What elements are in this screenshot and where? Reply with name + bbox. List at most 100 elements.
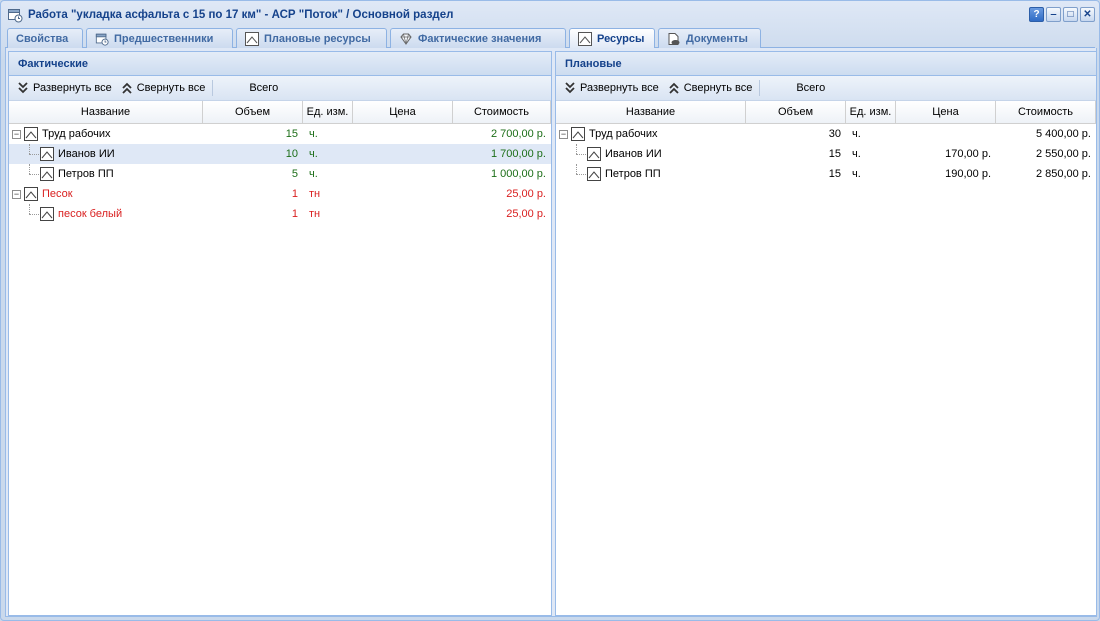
collapse-all-button[interactable]: Свернуть все xyxy=(664,82,758,94)
cell-volume: 1 xyxy=(291,208,298,220)
tree-connector xyxy=(576,144,577,154)
resource-name: Петров ПП xyxy=(58,168,114,180)
cell-cost: 25,00 р. xyxy=(506,208,546,220)
tree-collapse-icon[interactable]: − xyxy=(559,129,568,139)
table-row[interactable]: Петров ПП 5 ч. 1 000,00 р. xyxy=(9,164,551,184)
tab-label: Ресурсы xyxy=(597,33,645,45)
table-row[interactable]: песок белый 1 тн 25,00 р. xyxy=(9,204,551,224)
grid-header: Название Объем Ед. изм. Цена Стоимость xyxy=(556,101,1096,124)
cell-unit: ч. xyxy=(852,168,861,180)
resource-icon xyxy=(24,187,38,201)
resource-icon xyxy=(40,147,54,161)
table-row[interactable]: − Песок 1 тн 25,00 р. xyxy=(9,184,551,204)
resource-icon xyxy=(578,32,592,46)
column-header-cost[interactable]: Стоимость xyxy=(996,101,1096,123)
cell-price: 190,00 р. xyxy=(945,168,991,180)
planned-resources-panel: Плановые Развернуть все Свернуть все Все… xyxy=(555,51,1097,616)
minimize-button[interactable]: ‒ xyxy=(1046,7,1061,22)
table-row[interactable]: Иванов ИИ 10 ч. 1 700,00 р. xyxy=(9,144,551,164)
column-header-unit[interactable]: Ед. изм. xyxy=(303,101,353,123)
panel-title: Плановые xyxy=(556,52,1096,76)
window-tools: ? ‒ □ ✕ xyxy=(1029,7,1095,22)
tab-resources[interactable]: Ресурсы xyxy=(569,28,655,49)
collapse-all-button[interactable]: Свернуть все xyxy=(117,82,211,94)
actual-resources-panel: Фактические Развернуть все Свернуть все … xyxy=(8,51,552,616)
resource-icon xyxy=(587,167,601,181)
double-chevron-down-icon xyxy=(18,82,28,94)
column-header-name[interactable]: Название xyxy=(9,101,203,123)
resource-name: Труд рабочих xyxy=(42,128,111,140)
tree-collapse-icon[interactable]: − xyxy=(12,189,21,199)
tab-label: Документы xyxy=(686,32,748,45)
tree-collapse-icon[interactable]: − xyxy=(12,129,21,139)
tree-connector xyxy=(29,164,30,174)
tree-connector xyxy=(29,144,30,154)
resource-icon xyxy=(40,167,54,181)
cell-volume: 10 xyxy=(285,148,298,160)
grid-header: Название Объем Ед. изм. Цена Стоимость xyxy=(9,101,551,124)
tree-connector xyxy=(576,164,577,174)
column-header-volume[interactable]: Объем xyxy=(746,101,846,123)
tab-label: Фактические значения xyxy=(418,32,542,45)
close-button[interactable]: ✕ xyxy=(1080,7,1095,22)
tree-connector xyxy=(576,154,586,155)
resource-name: Иванов ИИ xyxy=(58,148,115,160)
cell-unit: ч. xyxy=(309,128,318,140)
tab-label: Предшественники xyxy=(114,32,214,45)
tree-connector xyxy=(29,204,30,214)
cell-unit: ч. xyxy=(309,168,318,180)
tab-strip: Свойства Предшественники Плановые ресурс… xyxy=(5,28,1095,49)
column-header-name[interactable]: Название xyxy=(556,101,746,123)
table-row[interactable]: − Труд рабочих 15 ч. 2 700,00 р. xyxy=(9,124,551,144)
table-row[interactable]: − Труд рабочих 30 ч. 5 400,00 р. xyxy=(556,124,1096,144)
expand-all-button[interactable]: Развернуть все xyxy=(560,82,664,94)
resource-icon xyxy=(40,207,54,221)
resource-name: Песок xyxy=(42,188,73,200)
cell-price: 170,00 р. xyxy=(945,148,991,160)
clock-calendar-icon xyxy=(95,33,109,46)
grid-body: − Труд рабочих 30 ч. 5 400,00 р. Иванов ИИ 15 ч… xyxy=(556,124,1096,184)
grid-body: − Труд рабочих 15 ч. 2 700,00 р. Иванов ИИ 10 ч… xyxy=(9,124,551,224)
cell-cost: 2 700,00 р. xyxy=(490,128,546,140)
column-header-volume[interactable]: Объем xyxy=(203,101,303,123)
cell-cost: 25,00 р. xyxy=(506,188,546,200)
table-row[interactable]: Петров ПП 15 ч. 190,00 р. 2 850,00 р. xyxy=(556,164,1096,184)
cell-unit: ч. xyxy=(852,128,861,140)
panel-toolbar: Развернуть все Свернуть все Всего xyxy=(556,76,1096,101)
resource-icon xyxy=(24,127,38,141)
cell-volume: 1 xyxy=(291,188,298,200)
resource-name: песок белый xyxy=(58,208,123,220)
column-header-unit[interactable]: Ед. изм. xyxy=(846,101,896,123)
maximize-button[interactable]: □ xyxy=(1063,7,1078,22)
cell-volume: 30 xyxy=(828,128,841,140)
clock-calendar-icon xyxy=(8,8,23,22)
panel-toolbar: Развернуть все Свернуть все Всего xyxy=(9,76,551,101)
cell-volume: 15 xyxy=(285,128,298,140)
expand-all-button[interactable]: Развернуть все xyxy=(13,82,117,94)
column-header-price[interactable]: Цена xyxy=(353,101,453,123)
resource-name: Иванов ИИ xyxy=(605,148,662,160)
tab-label: Свойства xyxy=(16,32,69,45)
documents-icon xyxy=(668,32,680,45)
tab-planned-resources[interactable]: Плановые ресурсы xyxy=(236,28,387,48)
cell-unit: тн xyxy=(309,188,321,200)
expand-all-label: Развернуть все xyxy=(580,82,659,94)
help-button[interactable]: ? xyxy=(1029,7,1044,22)
tab-documents[interactable]: Документы xyxy=(658,28,761,48)
cell-unit: ч. xyxy=(309,148,318,160)
resource-name: Петров ПП xyxy=(605,168,661,180)
total-label: Всего xyxy=(249,82,279,94)
double-chevron-down-icon xyxy=(565,82,575,94)
tab-properties[interactable]: Свойства xyxy=(7,28,83,48)
window-titlebar[interactable]: Работа "укладка асфальта с 15 по 17 км" … xyxy=(1,1,1099,28)
cell-cost: 5 400,00 р. xyxy=(1035,128,1091,140)
tab-label: Плановые ресурсы xyxy=(264,32,371,45)
cell-cost: 1 700,00 р. xyxy=(490,148,546,160)
tree-connector xyxy=(576,174,586,175)
column-header-price[interactable]: Цена xyxy=(896,101,996,123)
column-header-cost[interactable]: Стоимость xyxy=(453,101,551,123)
tab-actual-values[interactable]: Фактические значения xyxy=(390,28,566,48)
tab-predecessors[interactable]: Предшественники xyxy=(86,28,233,48)
expand-all-label: Развернуть все xyxy=(33,82,112,94)
table-row[interactable]: Иванов ИИ 15 ч. 170,00 р. 2 550,00 р. xyxy=(556,144,1096,164)
